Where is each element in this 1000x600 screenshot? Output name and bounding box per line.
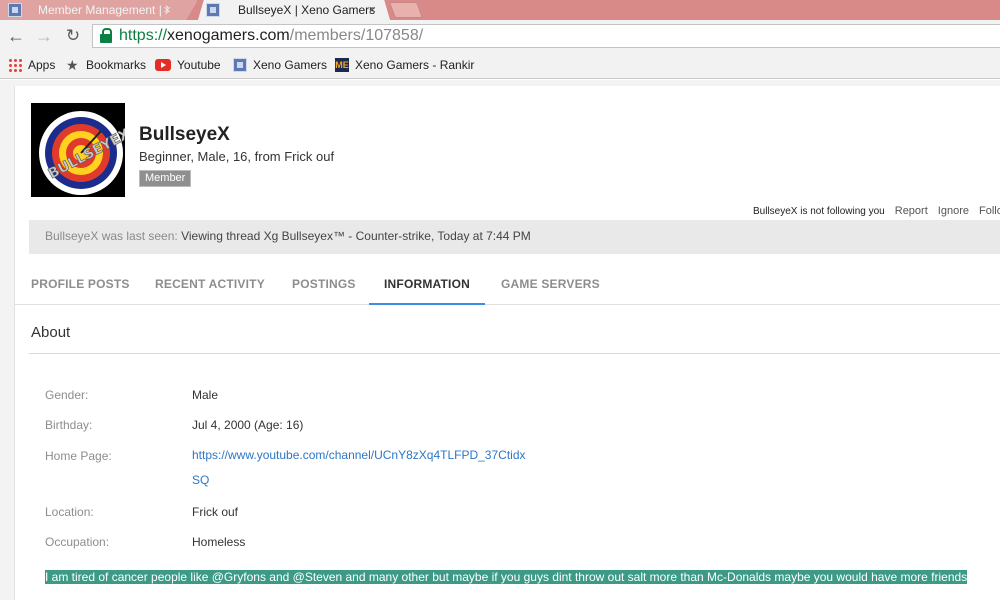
follow-status: BullseyeX is not following you [753,206,885,217]
divider [29,353,1000,354]
member-badge: Member [139,170,192,187]
back-arrow-icon[interactable]: ← [5,25,27,47]
page-content: BULLSEYEX BullseyeX Beginner, Male, 16, … [0,80,1000,600]
username: BullseyeX [139,124,230,145]
occupation-value: Homeless [192,535,246,549]
homepage-link[interactable]: https://www.youtube.com/channel/UCnY8zXq… [192,443,532,493]
url-host: xenogamers.com [167,27,290,44]
browser-tab-member-management[interactable]: Member Management | X × [0,0,198,20]
lock-icon [99,28,113,44]
gender-label: Gender: [45,388,89,402]
avatar[interactable]: BULLSEYEX [31,103,125,197]
bookmark-apps[interactable]: Apps [8,57,55,73]
reload-icon[interactable]: ↻ [62,25,84,47]
bookmark-label: Apps [28,58,56,72]
bookmark-label: Xeno Gamers - Rankir [355,58,475,72]
tab-postings[interactable]: POSTINGS [292,266,356,305]
birthday-value: Jul 4, 2000 (Age: 16) [192,418,304,432]
new-tab-button[interactable] [389,2,423,18]
xeno-gamers-favicon-icon [8,3,22,17]
address-bar[interactable]: https://xenogamers.com/members/107858/ [92,24,1000,48]
bookmark-label: Youtube [177,58,221,72]
tab-recent-activity[interactable]: RECENT ACTIVITY [155,266,265,305]
me-icon: ME [335,58,349,72]
bio-text: I am tired of cancer people like @Gryfon… [45,570,968,584]
last-seen-activity[interactable]: Viewing thread Xg Bullseyex™ - Counter-s… [181,229,531,243]
forward-arrow-icon[interactable]: → [33,25,55,47]
occupation-label: Occupation: [45,535,110,549]
profile-tabs: PROFILE POSTS RECENT ACTIVITY POSTINGS I… [15,266,1000,305]
member-profile: BULLSEYEX BullseyeX Beginner, Male, 16, … [14,86,1000,600]
user-title: Beginner, Male, 16, from Frick ouf [139,149,335,164]
browser-tab-strip: Member Management | X × BullseyeX | Xeno… [0,0,1000,20]
bullseye-avatar-icon: BULLSEYEX [31,103,125,197]
xeno-gamers-favicon-icon [206,3,220,17]
browser-tab-title: BullseyeX | Xeno Gamers [238,3,376,17]
close-tab-icon[interactable]: × [368,2,376,17]
tab-game-servers[interactable]: GAME SERVERS [501,266,600,305]
about-heading: About [31,324,71,341]
last-seen-label: BullseyeX was last seen: [45,229,178,243]
star-icon: ★ [66,57,79,73]
bookmark-label: Bookmarks [86,58,147,72]
gender-value: Male [192,388,219,402]
browser-toolbar: ← → ↻ https://xenogamers.com/members/107… [0,20,1000,52]
xeno-gamers-icon [233,58,247,72]
tab-information[interactable]: INFORMATION [369,266,485,305]
homepage-value: https://www.youtube.com/channel/UCnY8zXq… [192,443,532,493]
follow-link[interactable]: Follo [979,205,1000,217]
browser-tab-title: Member Management | X [38,3,168,17]
url-path: /members/107858/ [289,27,424,44]
bookmarks-bar: Apps ★ Bookmarks Youtube Xeno Gamers ME … [0,52,1000,79]
last-seen-bar: BullseyeX was last seen: Viewing thread … [29,220,1000,254]
url-scheme: https:// [119,27,168,44]
apps-grid-icon [8,58,22,72]
close-tab-icon[interactable]: × [163,2,171,17]
birthday-label: Birthday: [45,418,93,432]
tab-profile-posts[interactable]: PROFILE POSTS [31,266,130,305]
report-link[interactable]: Report [895,205,928,217]
bookmark-xeno-gamers-rankings[interactable]: ME Xeno Gamers - Rankir [335,57,474,73]
bookmark-youtube[interactable]: Youtube [155,57,221,73]
bookmark-label: Xeno Gamers [253,58,328,72]
ignore-link[interactable]: Ignore [938,205,969,217]
youtube-icon [155,59,171,71]
bookmark-xeno-gamers[interactable]: Xeno Gamers [233,57,327,73]
bookmark-bookmarks[interactable]: ★ Bookmarks [66,57,146,73]
about-bio: I am tired of cancer people like @Gryfon… [45,570,991,584]
page-gutter [0,80,14,600]
homepage-label: Home Page: [45,449,112,463]
browser-tab-bullseyex[interactable]: BullseyeX | Xeno Gamers × [198,0,390,20]
location-value: Frick ouf [192,505,239,519]
follow-actions: BullseyeX is not following you Report Ig… [753,205,1000,217]
location-label: Location: [45,505,94,519]
